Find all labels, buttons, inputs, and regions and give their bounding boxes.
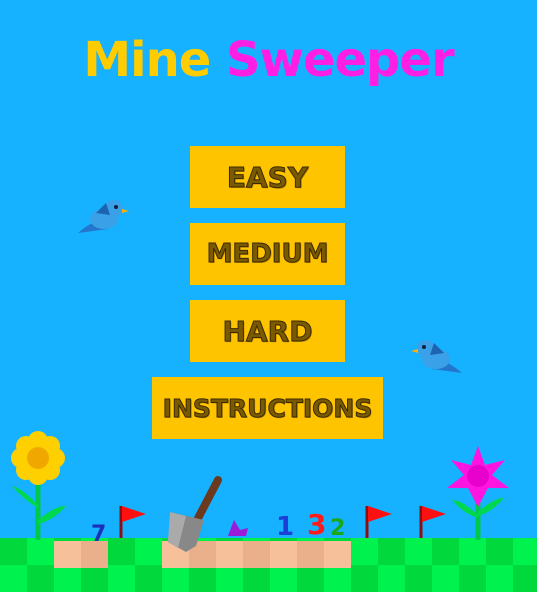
easy-button[interactable]: EASY <box>190 146 345 208</box>
instructions-button[interactable]: INSTRUCTIONS <box>152 377 383 439</box>
purple-number-icon <box>228 520 248 536</box>
title-word-mine: Mine <box>83 32 211 88</box>
game-title: Mine Sweeper <box>0 32 537 88</box>
sunflower-icon <box>11 431 66 540</box>
flag-icon <box>119 506 146 538</box>
title-word-sweeper: Sweeper <box>226 32 455 88</box>
ground-number-green: 2 <box>330 516 346 541</box>
bird-icon <box>411 340 462 373</box>
background-scene <box>0 200 537 592</box>
flag-icon <box>365 506 392 538</box>
medium-button[interactable]: MEDIUM <box>190 223 345 285</box>
ground-number-navy: 7 <box>91 522 107 547</box>
pink-flower-icon <box>447 446 509 540</box>
hard-button[interactable]: HARD <box>190 300 345 362</box>
ground-number-red: 3 <box>307 508 327 541</box>
bird-icon <box>78 200 129 233</box>
ground-number-blue: 1 <box>276 512 295 542</box>
flag-icon <box>419 506 446 538</box>
